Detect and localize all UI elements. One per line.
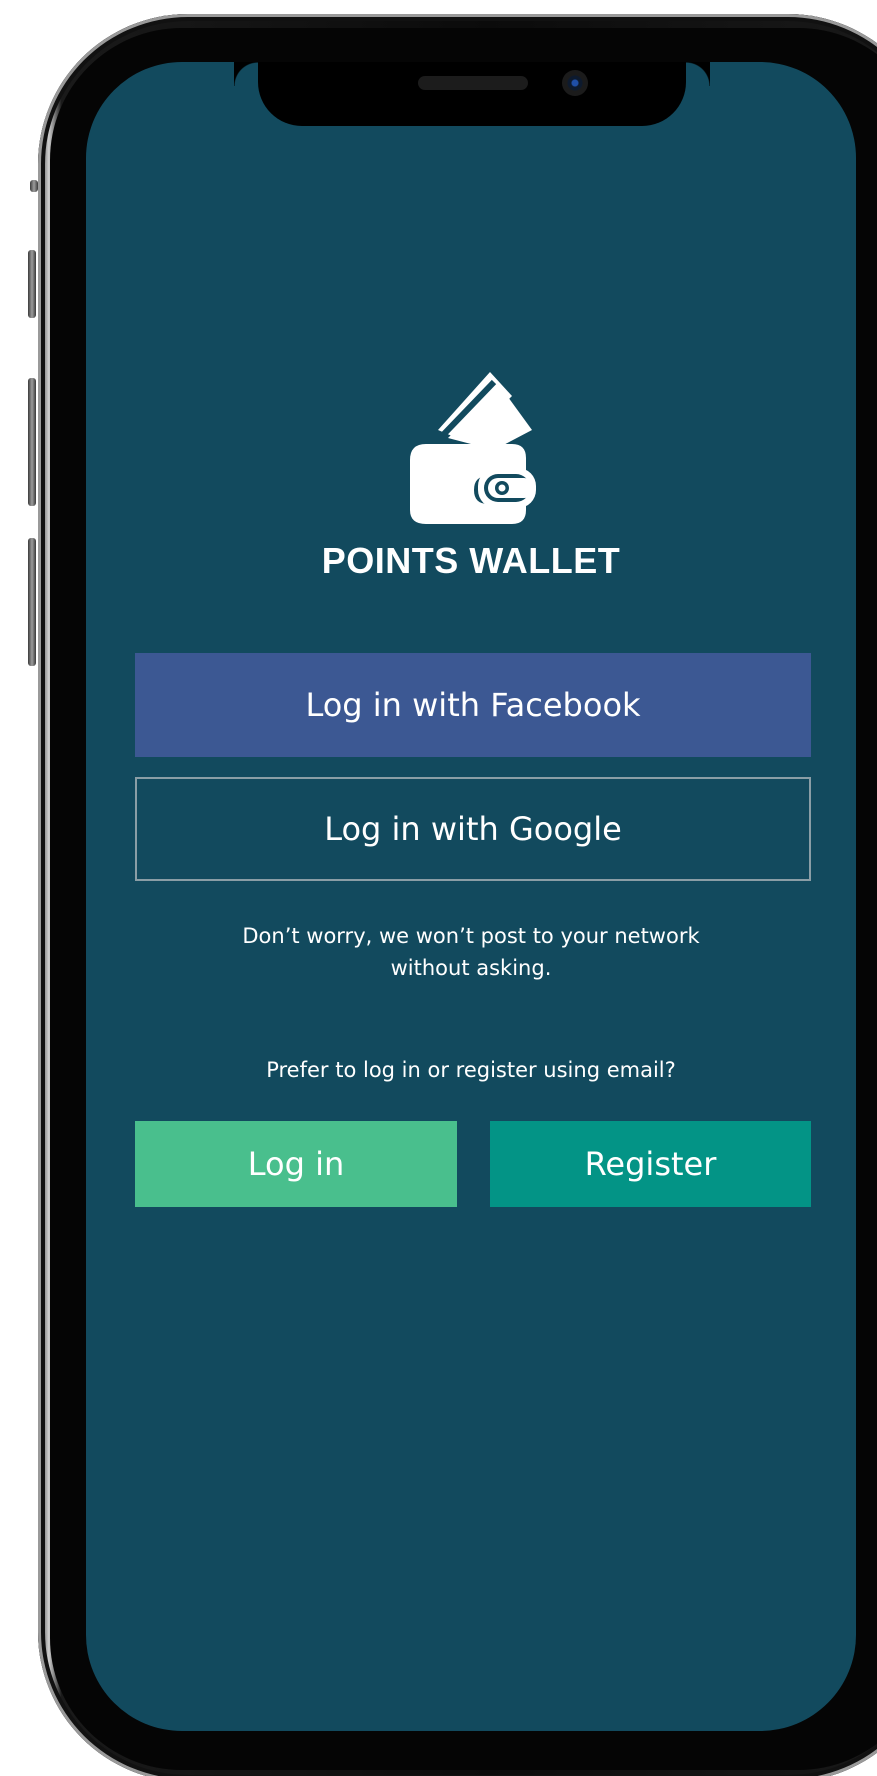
privacy-notice: Don’t worry, we won’t post to your netwo…	[86, 920, 856, 984]
login-button-label: Log in	[247, 1145, 345, 1183]
facebook-login-label: Log in with Facebook	[305, 686, 641, 724]
google-login-button[interactable]: Log in with Google	[135, 777, 811, 881]
front-camera	[562, 70, 588, 96]
wallet-icon	[408, 372, 538, 524]
facebook-login-button[interactable]: Log in with Facebook	[135, 653, 811, 757]
email-auth-prompt: Prefer to log in or register using email…	[266, 1058, 676, 1082]
privacy-notice-line1: Don’t worry, we won’t post to your netwo…	[242, 924, 700, 948]
privacy-notice-line2: without asking.	[390, 956, 552, 980]
ring-switch	[30, 180, 38, 192]
notch	[258, 62, 710, 126]
google-login-label: Log in with Google	[324, 810, 622, 848]
mute-button	[28, 250, 36, 318]
app-title: POINTS WALLET	[321, 540, 621, 581]
volume-down-button	[28, 538, 36, 666]
volume-up-button	[28, 378, 36, 506]
app-screen	[86, 62, 856, 1731]
device-mockup: POINTS WALLET Log in with Facebook Log i…	[0, 0, 877, 1776]
speaker-grille	[418, 76, 528, 90]
register-button[interactable]: Register	[490, 1121, 811, 1207]
login-button[interactable]: Log in	[135, 1121, 457, 1207]
register-button-label: Register	[584, 1145, 717, 1183]
